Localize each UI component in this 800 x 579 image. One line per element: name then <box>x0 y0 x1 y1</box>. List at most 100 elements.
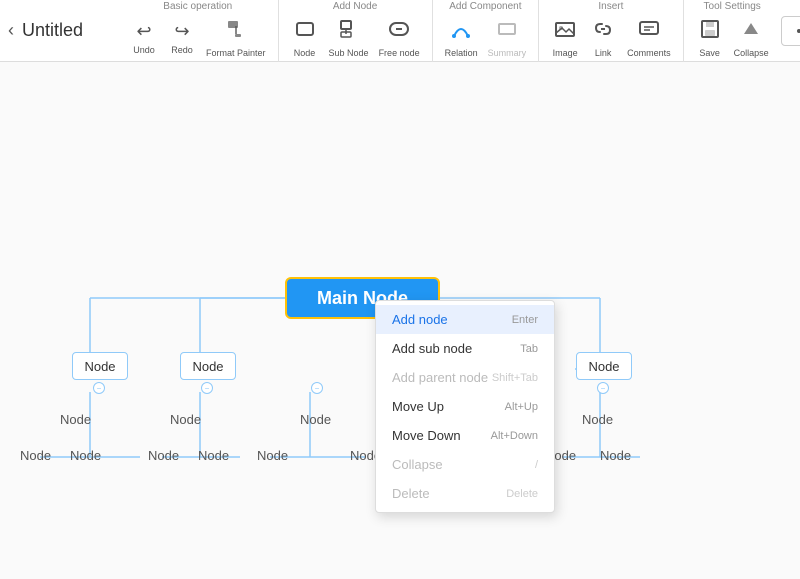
sub-node-icon <box>338 18 360 46</box>
node-box-far-left[interactable]: Node <box>72 352 128 380</box>
collapse-circle-right[interactable]: − <box>597 382 609 394</box>
menu-add-node[interactable]: Add node Enter <box>376 305 554 334</box>
node-label-left-mid-title: Node <box>170 412 201 427</box>
summary-button[interactable]: Summary <box>484 16 531 60</box>
save-icon <box>699 18 721 46</box>
menu-delete-shortcut: Delete <box>506 488 538 500</box>
node-left-mid-label: Node <box>192 359 223 374</box>
menu-add-sub-node-shortcut: Tab <box>520 343 538 355</box>
group-basic-operation-items: ↩ Undo ↪ Redo Format Painter <box>126 16 270 60</box>
document-title: Untitled <box>22 20 102 41</box>
image-icon <box>554 18 576 46</box>
relation-icon <box>450 18 472 46</box>
save-button[interactable]: Save <box>692 16 728 60</box>
menu-move-up-label: Move Up <box>392 399 444 414</box>
group-insert: Insert Image Link <box>543 0 684 62</box>
group-add-component-label: Add Component <box>449 1 521 12</box>
menu-add-sub-node-label: Add sub node <box>392 341 472 356</box>
group-insert-label: Insert <box>598 1 623 12</box>
menu-collapse-shortcut: / <box>535 459 538 471</box>
node-label-lm1: Node <box>148 448 179 463</box>
toolbar-groups: Basic operation ↩ Undo ↪ Redo Format Pai… <box>122 0 781 62</box>
redo-button[interactable]: ↪ Redo <box>164 19 200 57</box>
collapse-icon <box>740 18 762 46</box>
free-node-button[interactable]: Free node <box>375 16 424 60</box>
group-basic-operation: Basic operation ↩ Undo ↪ Redo Format Pai… <box>122 0 279 62</box>
collapse-circle-left-mid[interactable]: − <box>201 382 213 394</box>
group-add-component-items: Relation Summary <box>441 16 531 60</box>
node-box-left-mid[interactable]: Node <box>180 352 236 380</box>
menu-add-parent-node-shortcut: Shift+Tab <box>492 372 538 384</box>
undo-button[interactable]: ↩ Undo <box>126 19 162 57</box>
node-label-r2: Node <box>600 448 631 463</box>
node-icon <box>294 18 316 46</box>
free-node-label: Free node <box>379 48 420 58</box>
summary-icon <box>496 18 518 46</box>
node-far-left-label: Node <box>84 359 115 374</box>
collapse-circle-far-left[interactable]: − <box>93 382 105 394</box>
format-painter-label: Format Painter <box>206 48 266 58</box>
group-add-node: Add Node Node Sub Node <box>283 0 433 62</box>
menu-add-parent-node-label: Add parent node <box>392 370 488 385</box>
group-insert-items: Image Link Comments <box>547 16 675 60</box>
comments-icon <box>638 18 660 46</box>
group-tool-settings-items: Save Collapse <box>692 16 773 60</box>
node-label-lm2: Node <box>198 448 229 463</box>
comments-button[interactable]: Comments <box>623 16 675 60</box>
menu-delete-label: Delete <box>392 486 430 501</box>
menu-collapse: Collapse / <box>376 450 554 479</box>
node-label-ctop: Node <box>300 412 331 427</box>
node-label-right-title: Node <box>582 412 613 427</box>
free-node-icon <box>388 18 410 46</box>
sub-node-button[interactable]: Sub Node <box>325 16 373 60</box>
group-add-component: Add Component Relation Summary <box>437 0 540 62</box>
format-painter-button[interactable]: Format Painter <box>202 16 270 60</box>
comments-label: Comments <box>627 48 671 58</box>
menu-add-node-label: Add node <box>392 312 448 327</box>
menu-delete: Delete Delete <box>376 479 554 508</box>
redo-icon: ↪ <box>174 21 189 43</box>
share-button[interactable]: Share <box>781 16 800 46</box>
image-button[interactable]: Image <box>547 16 583 60</box>
format-painter-icon <box>225 18 247 46</box>
node-label-fl2: Node <box>70 448 101 463</box>
group-tool-settings: Tool Settings Save Collapse <box>688 0 781 62</box>
menu-add-sub-node[interactable]: Add sub node Tab <box>376 334 554 363</box>
relation-label: Relation <box>445 48 478 58</box>
node-box-right[interactable]: Node <box>576 352 632 380</box>
menu-add-node-shortcut: Enter <box>512 314 538 326</box>
share-icon <box>796 23 800 39</box>
sub-node-label: Sub Node <box>329 48 369 58</box>
link-label: Link <box>595 48 612 58</box>
redo-label: Redo <box>171 45 193 55</box>
menu-add-parent-node: Add parent node Shift+Tab <box>376 363 554 392</box>
node-label-far-left-title: Node <box>60 412 91 427</box>
menu-move-down-label: Move Down <box>392 428 461 443</box>
image-label: Image <box>553 48 578 58</box>
toolbar: ‹ Untitled Basic operation ↩ Undo ↪ Redo <box>0 0 800 62</box>
collapse-label: Collapse <box>734 48 769 58</box>
summary-label: Summary <box>488 48 527 58</box>
menu-move-up[interactable]: Move Up Alt+Up <box>376 392 554 421</box>
menu-move-down-shortcut: Alt+Down <box>491 430 538 442</box>
collapse-button[interactable]: Collapse <box>730 16 773 60</box>
node-label: Node <box>294 48 316 58</box>
canvas[interactable]: Main Node Node − Node Node Node Node − N… <box>0 62 800 579</box>
back-button[interactable]: ‹ <box>8 20 14 41</box>
node-button[interactable]: Node <box>287 16 323 60</box>
node-right-label: Node <box>588 359 619 374</box>
relation-button[interactable]: Relation <box>441 16 482 60</box>
undo-icon: ↩ <box>136 21 151 43</box>
link-icon <box>592 18 614 46</box>
group-add-node-items: Node Sub Node Free node <box>287 16 424 60</box>
collapse-circle-center[interactable]: − <box>311 382 323 394</box>
group-tool-settings-label: Tool Settings <box>704 1 761 12</box>
link-button[interactable]: Link <box>585 16 621 60</box>
node-label-fl1: Node <box>20 448 51 463</box>
undo-label: Undo <box>133 45 155 55</box>
group-add-node-label: Add Node <box>333 1 377 12</box>
node-label-c1: Node <box>257 448 288 463</box>
group-basic-operation-label: Basic operation <box>163 1 232 12</box>
menu-collapse-label: Collapse <box>392 457 443 472</box>
menu-move-down[interactable]: Move Down Alt+Down <box>376 421 554 450</box>
